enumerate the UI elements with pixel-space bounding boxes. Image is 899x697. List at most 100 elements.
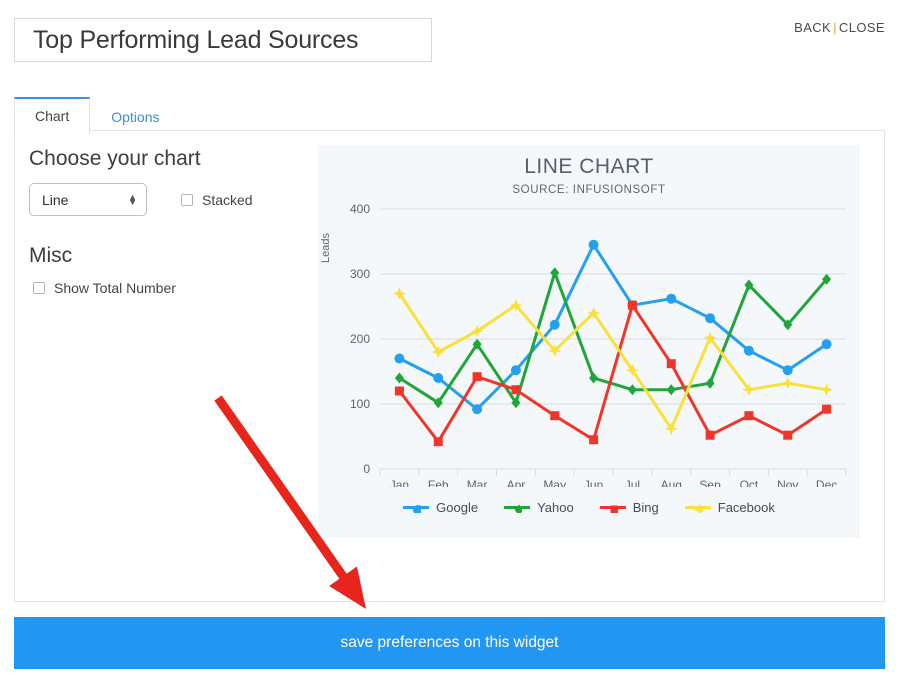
data-point (744, 411, 754, 421)
series-line-facebook (397, 292, 829, 431)
data-point (394, 353, 405, 364)
data-point (510, 365, 521, 376)
y-tick-label: 200 (350, 332, 370, 346)
legend-item-facebook[interactable]: Facebook (684, 500, 775, 515)
legend-marker-icon (610, 505, 618, 513)
x-tick-label: May (543, 478, 566, 487)
data-point (782, 365, 793, 376)
legend-label: Facebook (717, 500, 775, 515)
data-point (550, 411, 560, 421)
legend-marker-icon (413, 504, 422, 513)
tab-bar: Chart Options (14, 96, 180, 134)
tab-options[interactable]: Options (90, 99, 180, 134)
x-tick-label: Feb (428, 478, 449, 487)
widget-title-input[interactable]: Top Performing Lead Sources (14, 18, 432, 62)
header-actions: BACK | CLOSE (794, 20, 885, 35)
show-total-checkbox[interactable] (33, 282, 45, 294)
chart-title: LINE CHART (524, 155, 654, 178)
widget-editor-page: Top Performing Lead Sources BACK | CLOSE C… (0, 0, 899, 697)
data-point (783, 430, 793, 440)
choose-chart-heading: Choose your chart (29, 147, 201, 170)
y-tick-label: 400 (350, 202, 370, 216)
data-point (433, 373, 444, 383)
stacked-checkbox-row[interactable]: Stacked (181, 192, 253, 208)
show-total-checkbox-row[interactable]: Show Total Number (33, 280, 309, 296)
chart-preview: LINE CHART SOURCE: INFUSIONSOFT Leads 01… (318, 145, 860, 538)
stepper-arrows-icon: ▲ ▼ (128, 191, 137, 207)
data-point (589, 435, 599, 445)
series-line-bing (397, 303, 829, 444)
legend-swatch-icon (504, 504, 531, 513)
x-tick-label: Jan (390, 478, 409, 487)
y-tick-label: 0 (363, 462, 370, 476)
data-point (821, 339, 832, 350)
save-preferences-button[interactable]: save preferences on this widget (14, 617, 885, 669)
data-point (433, 437, 443, 447)
legend-item-bing[interactable]: Bing (599, 500, 659, 515)
legend-swatch-icon (403, 504, 430, 513)
data-point (589, 372, 599, 384)
data-point (705, 430, 715, 440)
action-separator: | (833, 20, 837, 35)
data-point (666, 293, 677, 304)
chart-legend: Google Yahoo Bing Facebook (318, 500, 860, 515)
data-point (705, 377, 715, 389)
data-point (413, 504, 422, 513)
data-point (820, 383, 834, 397)
misc-heading: Misc (29, 244, 73, 267)
show-total-label: Show Total Number (54, 280, 176, 296)
y-tick-label: 100 (350, 397, 370, 411)
line-chart-svg: 0 100 200 300 400 Jan Feb Mar Apr May Jun Jul Aug Sep… (350, 202, 847, 492)
x-tick-label: Nov (777, 478, 798, 487)
legend-swatch-icon (599, 505, 626, 513)
close-link[interactable]: CLOSE (839, 20, 885, 35)
data-point (666, 384, 676, 396)
x-tick-label: Dec (816, 478, 837, 487)
chart-subtitle: SOURCE: INFUSIONSOFT (512, 184, 666, 196)
data-point (627, 384, 637, 396)
data-point (514, 504, 523, 513)
data-point (550, 267, 560, 279)
data-point (781, 376, 795, 390)
data-point (743, 345, 754, 356)
legend-swatch-icon (684, 503, 711, 513)
legend-item-yahoo[interactable]: Yahoo (504, 500, 574, 515)
data-point (472, 404, 483, 415)
legend-label: Yahoo (537, 500, 574, 515)
data-point (549, 319, 560, 330)
y-tick-label: 300 (350, 267, 370, 281)
chart-type-row: Line ▲ ▼ Stacked (29, 183, 309, 216)
editor-panel: Choose your chart Line ▲ ▼ Stacked Misc S… (14, 130, 885, 602)
data-point (705, 313, 716, 324)
legend-marker-icon (514, 504, 523, 513)
chart-controls: Choose your chart Line ▲ ▼ Stacked Misc S… (29, 147, 309, 296)
x-tick-label: Jun (584, 478, 603, 487)
stacked-label: Stacked (202, 191, 253, 208)
legend-label: Bing (632, 500, 659, 515)
x-tick-label: Oct (740, 478, 759, 487)
tab-chart[interactable]: Chart (14, 97, 91, 134)
data-point (394, 372, 404, 384)
data-point (666, 359, 676, 369)
data-point (610, 505, 618, 513)
x-tick-label: Apr (507, 478, 526, 487)
x-tick-label: Jul (625, 478, 640, 487)
data-point (394, 386, 404, 396)
data-point (822, 404, 832, 414)
data-point (472, 372, 482, 382)
data-point (511, 385, 521, 395)
data-point (693, 503, 703, 513)
stacked-checkbox[interactable] (181, 193, 193, 206)
legend-label: Google (436, 500, 479, 515)
widget-title-value: Top Performing Lead Sources (33, 25, 359, 54)
chart-type-select[interactable]: Line ▲ ▼ (29, 183, 147, 216)
data-point (627, 300, 637, 310)
x-tick-label: Sep (699, 478, 721, 487)
data-point (588, 239, 599, 250)
plot-area: 0 100 200 300 400 Jan Feb Mar Apr May Jun Jul Aug Sep… (318, 197, 860, 492)
legend-item-google[interactable]: Google (403, 500, 478, 515)
chart-type-value: Line (42, 191, 69, 208)
legend-marker-icon (693, 503, 703, 513)
back-link[interactable]: BACK (794, 20, 831, 35)
x-tick-label: Aug (661, 478, 682, 487)
